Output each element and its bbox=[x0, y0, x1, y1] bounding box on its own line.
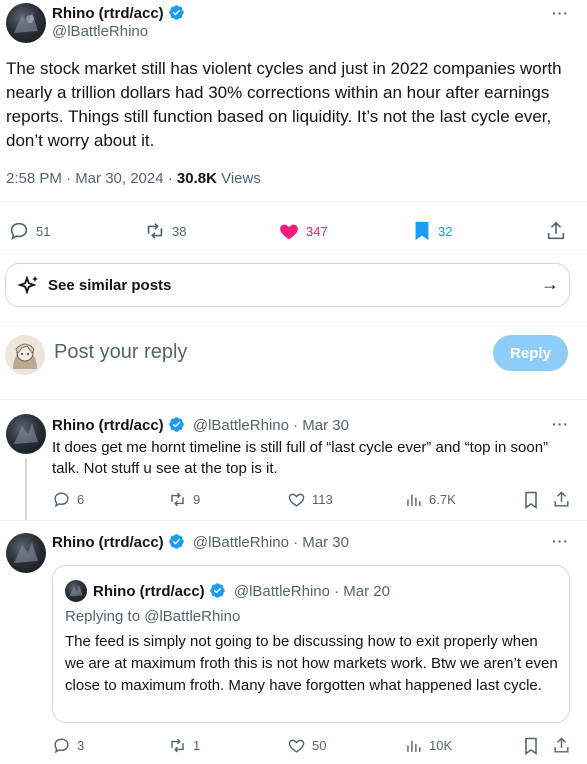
reply-submit-button[interactable]: Reply bbox=[493, 335, 568, 371]
heart-icon bbox=[287, 736, 306, 755]
views-icon bbox=[404, 736, 423, 755]
repost-button[interactable]: 1 bbox=[168, 736, 200, 755]
verified-badge-icon bbox=[168, 4, 185, 26]
like-button[interactable]: 347 bbox=[278, 220, 328, 242]
divider bbox=[0, 520, 587, 521]
heart-icon bbox=[278, 220, 300, 242]
share-icon[interactable] bbox=[552, 736, 571, 760]
heart-icon bbox=[287, 490, 306, 509]
post-text: The stock market still has violent cycle… bbox=[6, 59, 562, 150]
reply-icon bbox=[52, 490, 71, 509]
more-icon[interactable]: ··· bbox=[552, 416, 569, 432]
repost-count: 38 bbox=[172, 223, 187, 239]
repost-icon bbox=[168, 736, 187, 755]
quote-author-avatar bbox=[65, 580, 87, 602]
like-button[interactable]: 50 bbox=[287, 736, 326, 755]
views-button[interactable]: 10K bbox=[404, 736, 452, 755]
repost-button[interactable]: 38 bbox=[144, 220, 186, 242]
reply-button[interactable]: 6 bbox=[52, 490, 84, 509]
divider bbox=[0, 322, 587, 323]
like-count: 50 bbox=[312, 738, 327, 753]
reply-icon bbox=[8, 220, 30, 242]
bookmark-button[interactable]: 32 bbox=[412, 220, 452, 242]
reply-icon bbox=[52, 736, 71, 755]
user-avatar[interactable] bbox=[5, 335, 45, 375]
reply-count: 51 bbox=[36, 223, 51, 239]
bookmark-icon bbox=[412, 220, 432, 242]
repost-icon bbox=[168, 490, 187, 509]
repost-icon bbox=[144, 220, 166, 242]
reply-count: 6 bbox=[77, 492, 85, 507]
divider bbox=[0, 253, 587, 254]
verified-badge-icon bbox=[168, 533, 185, 554]
more-icon[interactable]: ··· bbox=[552, 533, 569, 549]
repost-count: 9 bbox=[193, 492, 201, 507]
quote-header: Rhino (rtrd/acc) @lBattleRhino · Mar 20 bbox=[93, 582, 390, 603]
bookmark-icon[interactable] bbox=[522, 490, 540, 515]
bookmark-count: 32 bbox=[438, 223, 453, 239]
more-icon[interactable]: ··· bbox=[552, 5, 569, 21]
reply-meta[interactable]: @lBattleRhino · Mar 30 bbox=[193, 417, 349, 434]
author-avatar[interactable] bbox=[6, 3, 46, 43]
divider bbox=[0, 201, 587, 202]
post-meta: 2:58 PM · Mar 30, 2024 · 30.8K Views bbox=[6, 170, 261, 187]
views-label: Views bbox=[216, 170, 261, 187]
reply-author-name[interactable]: Rhino (rtrd/acc) bbox=[52, 534, 164, 551]
reply-count: 3 bbox=[77, 738, 85, 753]
views-count: 6.7K bbox=[429, 492, 456, 507]
see-similar-posts-button[interactable]: See similar posts → bbox=[5, 263, 570, 307]
reply-header: Rhino (rtrd/acc) @lBattleRhino · Mar 30 bbox=[52, 416, 349, 437]
reply-author-name[interactable]: Rhino (rtrd/acc) bbox=[52, 417, 164, 434]
arrow-right-icon: → bbox=[541, 274, 559, 294]
quote-meta: @lBattleRhino · Mar 20 bbox=[233, 583, 390, 600]
views-count: 10K bbox=[429, 738, 453, 753]
reply-input[interactable]: Post your reply bbox=[54, 341, 187, 364]
views-count: 30.8K bbox=[176, 170, 217, 187]
share-icon[interactable] bbox=[545, 220, 567, 247]
like-count: 113 bbox=[312, 492, 333, 507]
quoted-post[interactable]: Rhino (rtrd/acc) @lBattleRhino · Mar 20 … bbox=[52, 565, 570, 723]
verified-badge-icon bbox=[209, 582, 226, 603]
thread-line bbox=[25, 458, 27, 520]
reply-header: Rhino (rtrd/acc) @lBattleRhino · Mar 30 bbox=[52, 533, 349, 554]
reply-text: It does get me hornt timeline is still f… bbox=[52, 439, 549, 477]
verified-badge-icon bbox=[168, 416, 185, 437]
author-name[interactable]: Rhino (rtrd/acc) bbox=[52, 5, 164, 22]
quote-author-name: Rhino (rtrd/acc) bbox=[93, 583, 205, 600]
views-button[interactable]: 6.7K bbox=[404, 490, 456, 509]
reply-button[interactable]: 51 bbox=[8, 220, 50, 242]
author-handle[interactable]: @lBattleRhino bbox=[52, 23, 148, 40]
repost-button[interactable]: 9 bbox=[168, 490, 200, 509]
reply-meta[interactable]: @lBattleRhino · Mar 30 bbox=[193, 534, 349, 551]
share-icon[interactable] bbox=[552, 490, 571, 514]
views-icon bbox=[404, 490, 423, 509]
post-timestamp[interactable]: 2:58 PM · Mar 30, 2024 · bbox=[6, 170, 177, 187]
see-similar-label: See similar posts bbox=[48, 277, 172, 294]
reply-author-avatar[interactable] bbox=[6, 414, 46, 454]
repost-count: 1 bbox=[193, 738, 201, 753]
like-button[interactable]: 113 bbox=[287, 490, 333, 509]
bookmark-icon[interactable] bbox=[522, 736, 540, 761]
divider bbox=[0, 399, 587, 400]
reply-author-avatar[interactable] bbox=[6, 533, 46, 573]
quote-replying-to: Replying to @lBattleRhino bbox=[65, 608, 241, 625]
sparkle-icon bbox=[17, 274, 41, 303]
quote-text: The feed is simply not going to be discu… bbox=[65, 633, 558, 694]
reply-button[interactable]: 3 bbox=[52, 736, 84, 755]
like-count: 347 bbox=[306, 223, 328, 239]
